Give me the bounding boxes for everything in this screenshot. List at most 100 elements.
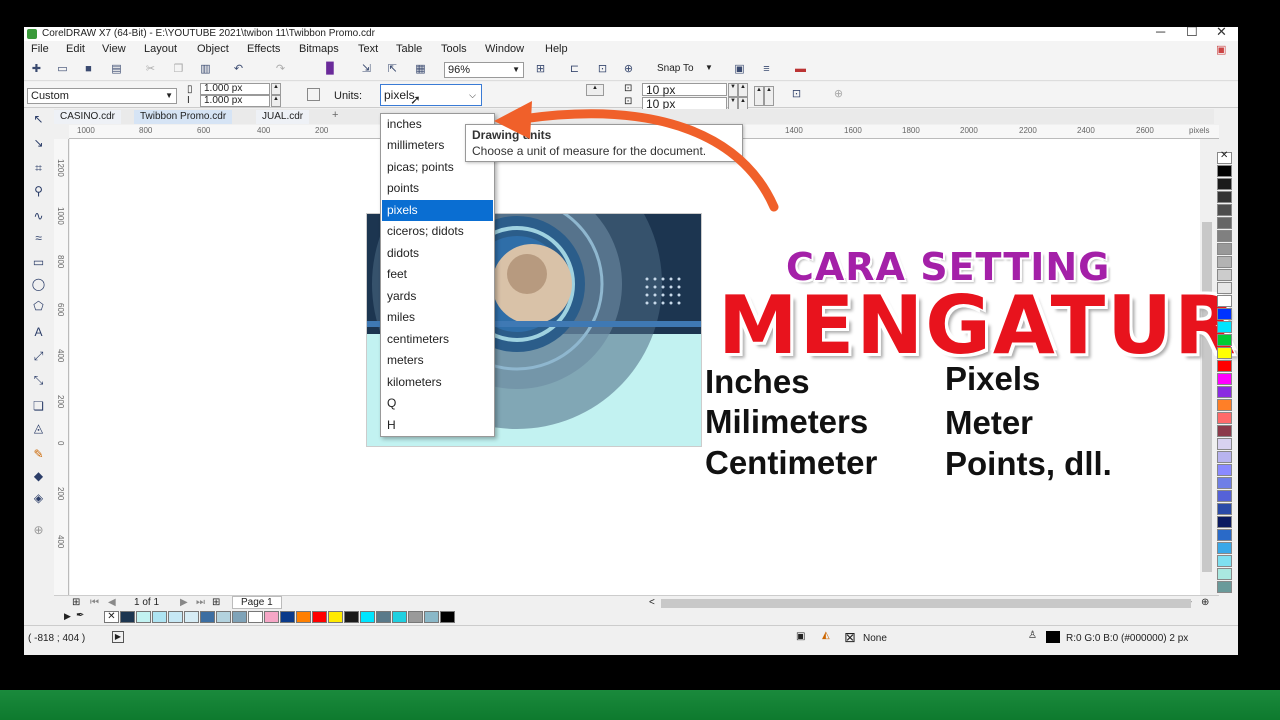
menu-text[interactable]: Text (358, 43, 378, 55)
color-swatch[interactable] (120, 611, 135, 623)
units-option-h[interactable]: H (382, 415, 493, 436)
export-icon[interactable]: ⇱ (386, 63, 399, 76)
page-border-icon[interactable]: ⊡ (790, 88, 803, 101)
drop-shadow-icon[interactable]: ❏ (31, 399, 46, 414)
horizontal-scroll-thumb[interactable] (661, 599, 1191, 608)
color-swatch[interactable] (248, 611, 263, 623)
open-icon[interactable]: ▭ (56, 63, 69, 76)
next-page-icon[interactable]: ▶ (180, 597, 188, 608)
color-swatch[interactable] (328, 611, 343, 623)
first-page-icon[interactable]: ⏮ (90, 597, 99, 608)
redo-icon[interactable]: ↷ (274, 63, 287, 76)
scroll-left-icon[interactable]: < (649, 597, 655, 608)
add-preset-icon[interactable]: ⊕ (832, 88, 845, 101)
rulers-icon[interactable]: ⊏ (568, 63, 581, 76)
smart-fill-icon[interactable]: ◈ (31, 491, 46, 506)
import-icon[interactable]: ⇲ (360, 63, 373, 76)
color-swatch[interactable] (1217, 217, 1232, 229)
color-swatch[interactable] (1217, 386, 1232, 398)
color-swatch[interactable] (264, 611, 279, 623)
menu-file[interactable]: File (31, 43, 49, 55)
copy-icon[interactable]: ❐ (172, 63, 185, 76)
units-option-points[interactable]: points (382, 178, 493, 199)
zoom-pan-icon[interactable]: ⊕ (1201, 597, 1209, 608)
snap-to-button[interactable]: Snap To (657, 63, 694, 74)
add-page-icon[interactable]: ⊞ (72, 597, 80, 608)
color-swatch[interactable] (1217, 230, 1232, 242)
units-option-didots[interactable]: didots (382, 243, 493, 264)
full-screen-icon[interactable]: ⊞ (534, 63, 547, 76)
units-option-yards[interactable]: yards (382, 286, 493, 307)
color-swatch[interactable] (1217, 568, 1232, 580)
units-option-kilometers[interactable]: kilometers (382, 372, 493, 393)
text-tool-icon[interactable]: A (31, 325, 46, 340)
save-icon[interactable]: ■ (82, 63, 95, 76)
color-swatch[interactable] (1217, 347, 1232, 359)
quick-customize-icon[interactable]: ⊕ (31, 523, 46, 538)
interactive-fill-icon[interactable]: ◆ (31, 469, 46, 484)
color-swatch[interactable] (1217, 477, 1232, 489)
color-swatch[interactable] (1217, 542, 1232, 554)
fill-bucket-icon[interactable]: ◭ (822, 630, 830, 641)
color-swatch[interactable] (280, 611, 295, 623)
grid-icon[interactable]: ⊡ (596, 63, 609, 76)
ellipse-tool-icon[interactable]: ◯ (31, 277, 46, 292)
paste-icon[interactable]: ▥ (199, 63, 212, 76)
color-swatch[interactable] (200, 611, 215, 623)
add-page-after-icon[interactable]: ⊞ (212, 597, 220, 608)
color-swatch[interactable] (168, 611, 183, 623)
cut-icon[interactable]: ✂ (144, 63, 157, 76)
parallel-dimension-icon[interactable]: ⤢ (31, 349, 46, 364)
color-swatch[interactable] (1217, 243, 1232, 255)
snap-to-chevron-icon[interactable]: ▼ (705, 63, 713, 72)
tab-casino[interactable]: CASINO.cdr (54, 110, 122, 124)
color-swatch[interactable] (216, 611, 231, 623)
color-swatch[interactable] (1217, 191, 1232, 203)
tab-jual[interactable]: JUAL.cdr (256, 110, 310, 124)
color-swatch[interactable] (408, 611, 423, 623)
minimize-icon[interactable]: ─ (1156, 27, 1165, 39)
rectangle-tool-icon[interactable]: ▭ (31, 255, 46, 270)
crop-tool-icon[interactable]: ⌗ (31, 161, 46, 176)
color-swatch[interactable] (440, 611, 455, 623)
previous-page-icon[interactable]: ◀ (108, 597, 116, 608)
menu-tools[interactable]: Tools (441, 43, 467, 55)
color-swatch[interactable] (1217, 373, 1232, 385)
color-swatch[interactable] (296, 611, 311, 623)
units-option-centimeters[interactable]: centimeters (382, 329, 493, 350)
application-launcher-icon[interactable]: ▬ (794, 63, 807, 76)
play-icon[interactable]: ▶ (112, 631, 124, 643)
page-tab[interactable]: Page 1 (232, 596, 282, 609)
color-swatch[interactable] (1217, 464, 1232, 476)
color-swatch[interactable] (1217, 516, 1232, 528)
units-option-ciceros-didots[interactable]: ciceros; didots (382, 221, 493, 242)
maximize-icon[interactable]: ☐ (1186, 27, 1198, 39)
color-swatch[interactable] (1217, 204, 1232, 216)
color-swatch[interactable] (1217, 308, 1232, 320)
connector-tool-icon[interactable]: ⤡ (31, 373, 46, 388)
menu-bitmaps[interactable]: Bitmaps (299, 43, 339, 55)
transparency-tool-icon[interactable]: ◬ (31, 421, 46, 436)
no-color-swatch[interactable]: ✕ (1217, 150, 1232, 164)
welcome-screen-icon[interactable]: ▣ (733, 63, 746, 76)
color-swatch[interactable] (1217, 282, 1232, 294)
color-swatch[interactable] (312, 611, 327, 623)
zoom-level-field[interactable]: 96% ▼ (444, 62, 524, 78)
color-swatch[interactable] (344, 611, 359, 623)
units-option-miles[interactable]: miles (382, 307, 493, 328)
color-swatch[interactable] (1217, 412, 1232, 424)
color-swatch[interactable] (376, 611, 391, 623)
print-icon[interactable]: ▤ (110, 63, 123, 76)
menu-help[interactable]: Help (545, 43, 568, 55)
last-page-icon[interactable]: ⏭ (196, 597, 205, 608)
eyedropper-icon[interactable]: ✒ (76, 610, 84, 621)
polygon-tool-icon[interactable]: ⬠ (31, 299, 46, 314)
color-eyedropper-icon[interactable]: ✎ (31, 447, 46, 462)
color-swatch[interactable] (1217, 165, 1232, 177)
color-swatch[interactable] (232, 611, 247, 623)
page-width-field[interactable]: 1.000 px (200, 83, 270, 95)
menu-edit[interactable]: Edit (66, 43, 85, 55)
color-swatch[interactable] (1217, 555, 1232, 567)
color-swatch[interactable] (136, 611, 151, 623)
color-swatch[interactable] (1217, 438, 1232, 450)
